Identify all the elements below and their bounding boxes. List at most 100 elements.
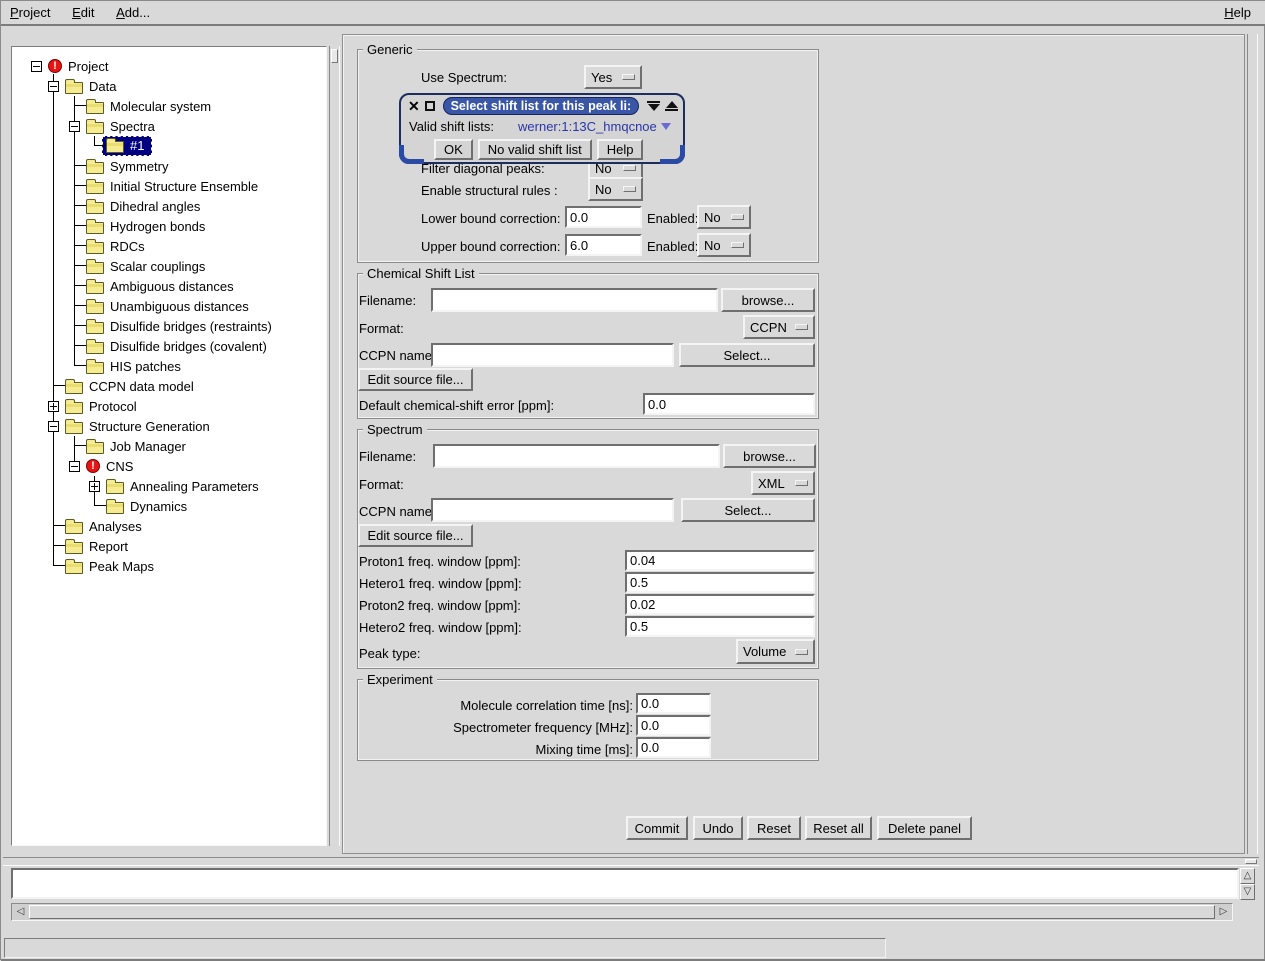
log-horizontal-thumb[interactable] xyxy=(29,905,1215,919)
tree-node-scalar-couplings[interactable]: Scalar couplings xyxy=(69,256,205,276)
tree-node-structure-generation[interactable]: Structure Generation xyxy=(48,416,210,436)
spectrum-filename-input[interactable] xyxy=(433,444,720,468)
structural-rules-dropdown[interactable]: No xyxy=(588,177,643,201)
dropdown-triangle-icon[interactable] xyxy=(661,123,671,130)
tree-node-his-patches[interactable]: HIS patches xyxy=(69,356,181,376)
tree-node-data[interactable]: Data xyxy=(48,76,116,96)
tree-node-label: Dihedral angles xyxy=(110,199,200,214)
shift-select-button[interactable]: Select... xyxy=(679,343,815,367)
menu-item-help[interactable]: Help xyxy=(1215,1,1260,23)
tree-node-job-manager[interactable]: Job Manager xyxy=(69,436,186,456)
tree-tick-line xyxy=(48,556,65,576)
spectrum-browse-button[interactable]: browse... xyxy=(723,444,816,468)
spectrum-ccpn-name-input[interactable] xyxy=(431,498,674,522)
shift-ccpn-name-input[interactable] xyxy=(431,343,674,367)
correlation-time-input[interactable] xyxy=(636,693,711,714)
tree-node-dihedral-angles[interactable]: Dihedral angles xyxy=(69,196,200,216)
selected-tree-node[interactable]: #1 xyxy=(102,136,152,156)
reset-button[interactable]: Reset xyxy=(747,816,801,840)
folder-icon xyxy=(86,122,104,134)
tree-node-initial-structure-ensemble[interactable]: Initial Structure Ensemble xyxy=(69,176,258,196)
collapse-icon[interactable] xyxy=(69,121,80,132)
proton2-input[interactable] xyxy=(625,594,815,615)
tree-node-analyses[interactable]: Analyses xyxy=(48,516,142,536)
no-valid-shift-list-button[interactable]: No valid shift list xyxy=(478,139,592,160)
shift-format-dropdown[interactable]: CCPN xyxy=(743,315,815,339)
tree-node-cns[interactable]: CNS xyxy=(69,456,133,476)
use-spectrum-value: Yes xyxy=(591,70,612,85)
log-output[interactable] xyxy=(11,868,1239,899)
undo-button[interactable]: Undo xyxy=(693,816,743,840)
tree-node-spectra[interactable]: Spectra xyxy=(69,116,155,136)
tree-node-label: Report xyxy=(89,539,128,554)
collapse-icon[interactable] xyxy=(31,61,42,72)
tree-node-ambiguous-distances[interactable]: Ambiguous distances xyxy=(69,276,234,296)
upper-enabled-dropdown[interactable]: No xyxy=(697,233,751,257)
main-scrollbar-thumb[interactable] xyxy=(1245,859,1257,864)
tree-node-hydrogen-bonds[interactable]: Hydrogen bonds xyxy=(69,216,205,236)
log-scroll-left-button[interactable]: ◁ xyxy=(12,904,29,920)
shift-filename-input[interactable] xyxy=(431,288,718,312)
tree-scrollbar-thumb[interactable] xyxy=(331,49,338,63)
commit-button[interactable]: Commit xyxy=(626,816,688,840)
tree-node-report[interactable]: Report xyxy=(48,536,128,556)
menu-item-project[interactable]: Project xyxy=(1,1,59,23)
main-horizontal-scrollbar[interactable] xyxy=(3,857,1259,866)
proton1-input[interactable] xyxy=(625,550,815,571)
hetero1-input[interactable] xyxy=(625,572,815,593)
mixing-time-input[interactable] xyxy=(636,737,711,758)
shift-edit-source-button[interactable]: Edit source file... xyxy=(358,368,473,391)
spectrum-select-button[interactable]: Select... xyxy=(681,498,815,522)
spectrum-edit-source-button[interactable]: Edit source file... xyxy=(358,524,473,547)
maximize-icon[interactable] xyxy=(425,101,435,111)
shift-error-input[interactable] xyxy=(643,393,815,415)
lower-enabled-dropdown[interactable]: No xyxy=(697,205,751,229)
collapse-icon[interactable] xyxy=(48,81,59,92)
tree-node-project[interactable]: Project xyxy=(31,56,108,76)
tree-node-protocol[interactable]: Protocol xyxy=(48,396,137,416)
tree-node-peak-maps[interactable]: Peak Maps xyxy=(48,556,154,576)
expand-icon[interactable] xyxy=(89,481,100,492)
tree-node-label: Protocol xyxy=(89,399,137,414)
spectrum-format-dropdown[interactable]: XML xyxy=(751,471,815,495)
shade-icon[interactable] xyxy=(647,101,660,111)
menu-item-edit[interactable]: Edit xyxy=(63,1,103,23)
hetero2-input[interactable] xyxy=(625,616,815,637)
peak-type-dropdown[interactable]: Volume xyxy=(736,639,815,664)
delete-panel-button[interactable]: Delete panel xyxy=(877,816,972,840)
menu-item-add[interactable]: Add... xyxy=(107,1,159,23)
collapse-icon[interactable] xyxy=(69,461,80,472)
expand-icon[interactable] xyxy=(48,401,59,412)
ok-button[interactable]: OK xyxy=(434,139,473,160)
reset-all-button[interactable]: Reset all xyxy=(805,816,872,840)
restore-icon[interactable] xyxy=(665,101,678,111)
tree-node-unambiguous-distances[interactable]: Unambiguous distances xyxy=(69,296,249,316)
dialog-title-bar[interactable]: ✕ Select shift list for this peak li: xyxy=(401,95,683,116)
tree-node-disulfide-bridges-covalent[interactable]: Disulfide bridges (covalent) xyxy=(69,336,267,356)
use-spectrum-dropdown[interactable]: Yes xyxy=(584,65,642,89)
log-horizontal-scrollbar[interactable]: ◁ ▷ xyxy=(11,903,1233,921)
tree-node-dynamics[interactable]: Dynamics xyxy=(89,496,187,516)
log-scroll-up-button[interactable]: △ xyxy=(1240,868,1255,884)
main-vertical-scrollbar[interactable] xyxy=(1247,34,1258,854)
tree-node-annealing-parameters[interactable]: Annealing Parameters xyxy=(89,476,259,496)
collapse-icon[interactable] xyxy=(48,421,59,432)
tree-node-1[interactable]: #1 xyxy=(89,136,152,156)
shift-filename-label: Filename: xyxy=(359,293,416,308)
tree-node-molecular-system[interactable]: Molecular system xyxy=(69,96,211,116)
log-scroll-right-button[interactable]: ▷ xyxy=(1215,904,1232,920)
lower-bound-input[interactable] xyxy=(565,206,642,228)
alert-icon xyxy=(86,459,100,473)
tree-node-disulfide-bridges-restraints[interactable]: Disulfide bridges (restraints) xyxy=(69,316,272,336)
close-icon[interactable]: ✕ xyxy=(408,99,420,113)
log-scroll-down-button[interactable]: ▽ xyxy=(1240,884,1255,900)
tree-vertical-scrollbar[interactable] xyxy=(329,46,340,846)
tree-node-rdcs[interactable]: RDCs xyxy=(69,236,145,256)
spectrometer-frequency-input[interactable] xyxy=(636,715,711,736)
tree-node-symmetry[interactable]: Symmetry xyxy=(69,156,169,176)
shift-browse-button[interactable]: browse... xyxy=(721,288,815,312)
upper-bound-input[interactable] xyxy=(565,234,642,256)
dialog-help-button[interactable]: Help xyxy=(597,139,644,160)
tree-node-ccpn-data-model[interactable]: CCPN data model xyxy=(48,376,194,396)
valid-shift-lists-value[interactable]: werner:1:13C_hmqcnoe xyxy=(518,119,657,134)
